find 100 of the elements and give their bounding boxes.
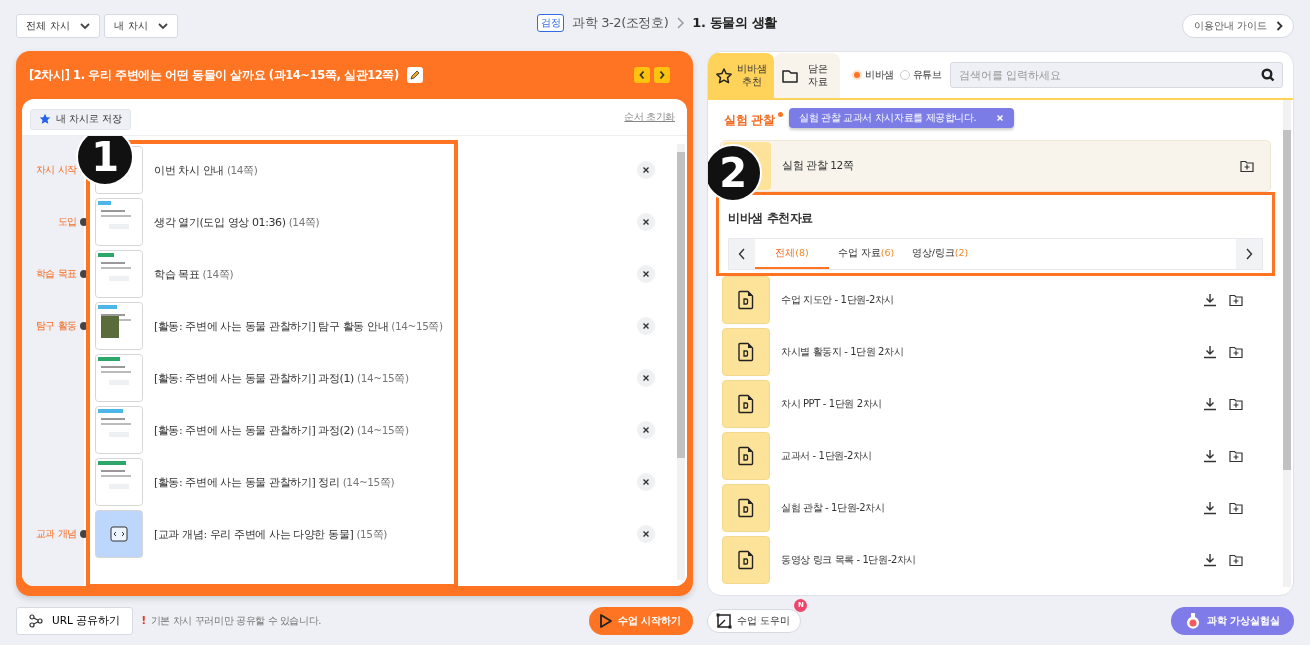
virtual-lab-button[interactable]: 과학 가상실험실 <box>1170 606 1294 635</box>
tab[interactable]: 비바샘 추천 <box>708 53 774 98</box>
lesson-item-title[interactable]: 학습 목표 (14쪽) <box>154 266 234 282</box>
tooltip: 실험 관찰 교과서 차시자료를 제공합니다. <box>789 108 1015 128</box>
stage-label: 교과 개념 <box>35 527 77 541</box>
folder-add-icon[interactable] <box>1229 397 1243 411</box>
lesson-helper-button[interactable]: 수업 도우미 <box>707 608 802 633</box>
folder-add-icon[interactable] <box>1229 293 1243 307</box>
folder-add-icon[interactable] <box>1229 449 1243 463</box>
next-button[interactable] <box>654 67 670 83</box>
remove-button[interactable] <box>637 473 655 491</box>
guide-button[interactable]: 이용안내 가이드 <box>1181 13 1294 38</box>
file-title[interactable]: 교과서 - 1단원-2차시 <box>781 449 873 463</box>
previous-button[interactable] <box>729 239 755 269</box>
search-icon <box>1261 68 1275 82</box>
lesson-item-title[interactable]: [교과 개념: 우리 주변에 사는 다양한 동물] (15쪽) <box>154 526 387 542</box>
section-title: 실험 관찰 <box>724 111 775 129</box>
badge: 검정 <box>537 14 565 32</box>
chevron-right-icon <box>1276 20 1283 31</box>
chevron-down-icon <box>79 21 90 30</box>
file-title[interactable]: 실험 관찰 - 1단원-2차시 <box>781 501 885 515</box>
search-field[interactable]: 검색어를 입력하세요 <box>949 62 1283 88</box>
folder-add-icon[interactable] <box>1229 501 1243 515</box>
download-icon[interactable] <box>1203 553 1217 567</box>
lesson-item-title[interactable]: [활동: 주변에 사는 동물 관찰하기] 과정(1) (14~15쪽) <box>154 370 409 386</box>
remove-button[interactable] <box>637 317 655 335</box>
radio-option[interactable]: 유튜브 <box>899 68 942 82</box>
stage-dot <box>80 270 88 278</box>
download-icon[interactable] <box>1203 449 1217 463</box>
share-url-button[interactable]: URL 공유하기 <box>16 606 134 635</box>
download-icon[interactable] <box>1203 397 1217 411</box>
remove-button[interactable] <box>637 265 655 283</box>
stage-dot <box>80 218 88 226</box>
close-icon <box>642 374 650 382</box>
dropdown[interactable]: 전체 차시 <box>16 13 100 38</box>
chevron-right-icon <box>658 70 666 80</box>
chevron-left-icon <box>638 70 646 80</box>
close-icon <box>642 166 650 174</box>
lesson-item-title[interactable]: [활동: 주변에 사는 동물 관찰하기] 과정(2) (14~15쪽) <box>154 422 409 438</box>
shape-tool-icon <box>716 612 732 629</box>
folder-add-icon[interactable] <box>1240 159 1254 173</box>
file-title[interactable]: 동영상 링크 목록 - 1단원-2차시 <box>781 553 917 567</box>
pencil-icon <box>408 69 421 81</box>
flask-icon <box>1184 611 1201 630</box>
download-icon[interactable] <box>1203 345 1217 359</box>
chevron-right-icon <box>676 17 685 29</box>
file-title[interactable]: 차시별 활동지 - 1단원 2차시 <box>781 345 904 359</box>
folder-add-icon[interactable] <box>1229 553 1243 567</box>
unit-title: 1. 동물의 생활 <box>692 14 777 32</box>
new-dot <box>778 112 784 117</box>
edit-button[interactable] <box>406 67 423 83</box>
document-icon <box>737 498 755 518</box>
close-icon[interactable] <box>996 114 1005 122</box>
slide-thumbnail <box>95 458 143 506</box>
tab[interactable]: 담은 자료 <box>774 53 840 98</box>
stage-label: 학습 목표 <box>35 267 77 281</box>
warning-mark: ! <box>141 614 146 627</box>
remove-button[interactable] <box>637 369 655 387</box>
slide-thumbnail <box>95 354 143 402</box>
chevron-left-icon <box>738 248 746 260</box>
lesson-item-title[interactable]: 생각 열기(도입 영상 01:36) (14쪽) <box>154 214 320 230</box>
stage-dot <box>80 530 88 538</box>
reset-order-link[interactable]: 순서 초기화 <box>624 110 675 124</box>
file-title[interactable]: 수업 지도안 - 1단원-2차시 <box>781 293 895 307</box>
lesson-item-title[interactable]: [활동: 주변에 사는 동물 관찰하기] 정리 (14~15쪽) <box>154 474 395 490</box>
stage-dot <box>80 322 88 330</box>
download-icon[interactable] <box>1203 501 1217 515</box>
document-icon <box>737 394 755 414</box>
chevron-down-icon <box>157 21 168 30</box>
close-icon <box>642 218 650 226</box>
close-icon <box>642 478 650 486</box>
code-thumbnail <box>95 510 143 558</box>
recommend-title: 비바샘 추천자료 <box>728 209 814 227</box>
radio-option[interactable]: 비바샘 <box>852 68 894 82</box>
notice-text: 기본 차시 꾸러미만 공유할 수 있습니다. <box>150 613 322 628</box>
document-icon <box>737 290 755 310</box>
lesson-item-title[interactable]: [활동: 주변에 사는 동물 관찰하기] 탐구 활동 안내 (14~15쪽) <box>154 318 443 334</box>
book-title: 과학 3-2(조정호) <box>572 14 669 32</box>
file-title[interactable]: 차시 PPT - 1단원 2차시 <box>781 397 882 411</box>
folder-add-icon[interactable] <box>1229 345 1243 359</box>
download-icon[interactable] <box>1203 293 1217 307</box>
close-icon <box>642 426 650 434</box>
slide-thumbnail <box>95 198 143 246</box>
lesson-item-title[interactable]: 이번 차시 안내 (14쪽) <box>154 162 258 178</box>
remove-button[interactable] <box>637 161 655 179</box>
next-button[interactable] <box>1236 239 1262 269</box>
previous-button[interactable] <box>634 67 650 83</box>
close-icon <box>642 322 650 330</box>
card-title: 실험 관찰 12쪽 <box>782 159 854 173</box>
document-icon <box>737 342 755 362</box>
remove-button[interactable] <box>637 421 655 439</box>
star-icon <box>39 113 51 125</box>
lesson-title: [2차시] 1. 우리 주변에는 어떤 동물이 살까요 (과14~15쪽, 실관12쪽) <box>29 67 399 83</box>
chevron-right-icon <box>1245 248 1253 260</box>
save-button[interactable]: 내 차시로 저장 <box>30 108 132 130</box>
remove-button[interactable] <box>637 213 655 231</box>
document-icon <box>737 550 755 570</box>
remove-button[interactable] <box>637 525 655 543</box>
dropdown[interactable]: 내 차시 <box>104 13 178 38</box>
close-icon <box>642 530 650 538</box>
